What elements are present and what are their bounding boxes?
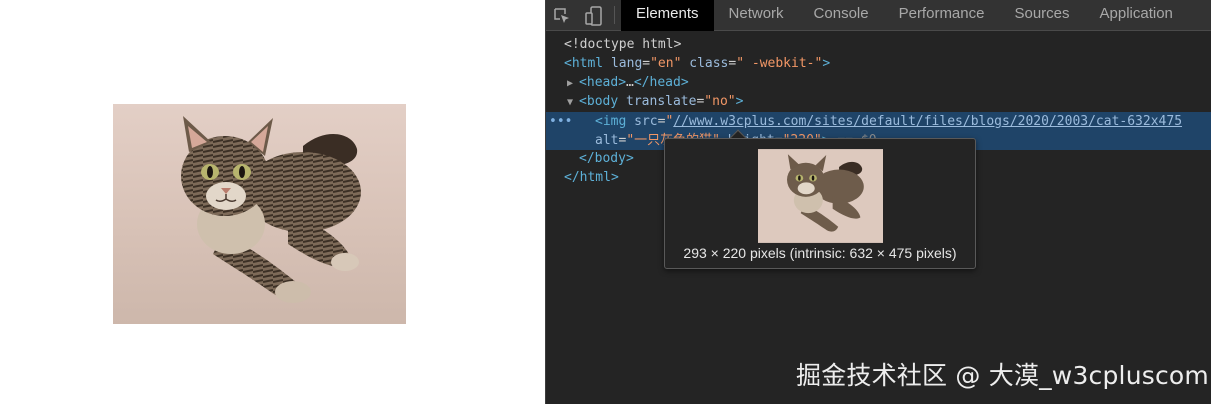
more-options-icon[interactable]: ••• xyxy=(549,112,572,131)
cat-image[interactable] xyxy=(113,104,406,324)
cat-photo-drawing xyxy=(113,104,406,324)
inspect-element-icon[interactable] xyxy=(546,0,578,31)
devtools-panel: Elements Network Console Performance Sou… xyxy=(545,0,1211,404)
html-class-value: " -webkit-" xyxy=(736,56,823,71)
html-class-attr: class xyxy=(689,56,729,71)
tab-performance[interactable]: Performance xyxy=(884,0,1000,31)
img-alt-attr: alt xyxy=(595,133,619,148)
html-lang-value: "en" xyxy=(650,56,682,71)
tab-console[interactable]: Console xyxy=(799,0,884,31)
toolbar-divider xyxy=(614,6,615,24)
watermark-text: 掘金技术社区 @ 大漠_w3cpluscom xyxy=(796,361,1209,390)
dom-line-img-selected[interactable]: ••• <img src="//www.w3cplus.com/sites/def… xyxy=(546,112,1211,131)
body-close-tag: /body xyxy=(586,151,626,166)
head-tag-name: head xyxy=(586,75,619,90)
collapse-triangle-icon[interactable]: ▼ xyxy=(567,97,579,108)
devtools-toolbar: Elements Network Console Performance Sou… xyxy=(546,0,1211,31)
doctype-text: <!doctype html> xyxy=(564,37,682,52)
img-src-attr: src xyxy=(634,114,658,129)
dom-line-html[interactable]: <html lang="en" class=" -webkit-"> xyxy=(546,54,1211,73)
body-translate-attr: translate xyxy=(626,94,697,109)
image-dimensions-text: 293 × 220 pixels (intrinsic: 632 × 475 p… xyxy=(683,245,957,261)
html-open-bracket: < xyxy=(564,56,572,71)
tab-network[interactable]: Network xyxy=(714,0,799,31)
tab-application[interactable]: Application xyxy=(1085,0,1188,31)
img-tag-name: img xyxy=(602,114,627,129)
page-viewport xyxy=(0,0,545,404)
dom-line-head[interactable]: ▶ <head>…</head> xyxy=(546,73,1211,92)
dom-line-body[interactable]: ▼ <body translate="no"> xyxy=(546,92,1211,111)
html-tag-name: html xyxy=(571,56,604,71)
body-translate-value: "no" xyxy=(704,94,736,109)
body-tag-name: body xyxy=(586,94,619,109)
tooltip-thumbnail-image xyxy=(758,149,883,243)
tooltip-cat-drawing xyxy=(758,149,883,243)
image-preview-tooltip: 293 × 220 pixels (intrinsic: 632 × 475 p… xyxy=(664,138,976,269)
head-close-tag-name: head xyxy=(649,75,681,90)
html-close-tag: /html xyxy=(571,170,611,185)
tab-elements[interactable]: Elements xyxy=(621,0,714,31)
head-ellipsis[interactable]: … xyxy=(626,75,634,90)
tab-sources[interactable]: Sources xyxy=(999,0,1084,31)
html-lang-attr: lang xyxy=(610,56,643,71)
dom-line-doctype[interactable]: <!doctype html> xyxy=(546,35,1211,54)
img-src-link[interactable]: //www.w3cplus.com/sites/default/files/bl… xyxy=(673,114,1182,129)
expand-triangle-icon[interactable]: ▶ xyxy=(567,78,579,89)
device-toolbar-icon[interactable] xyxy=(578,0,610,31)
